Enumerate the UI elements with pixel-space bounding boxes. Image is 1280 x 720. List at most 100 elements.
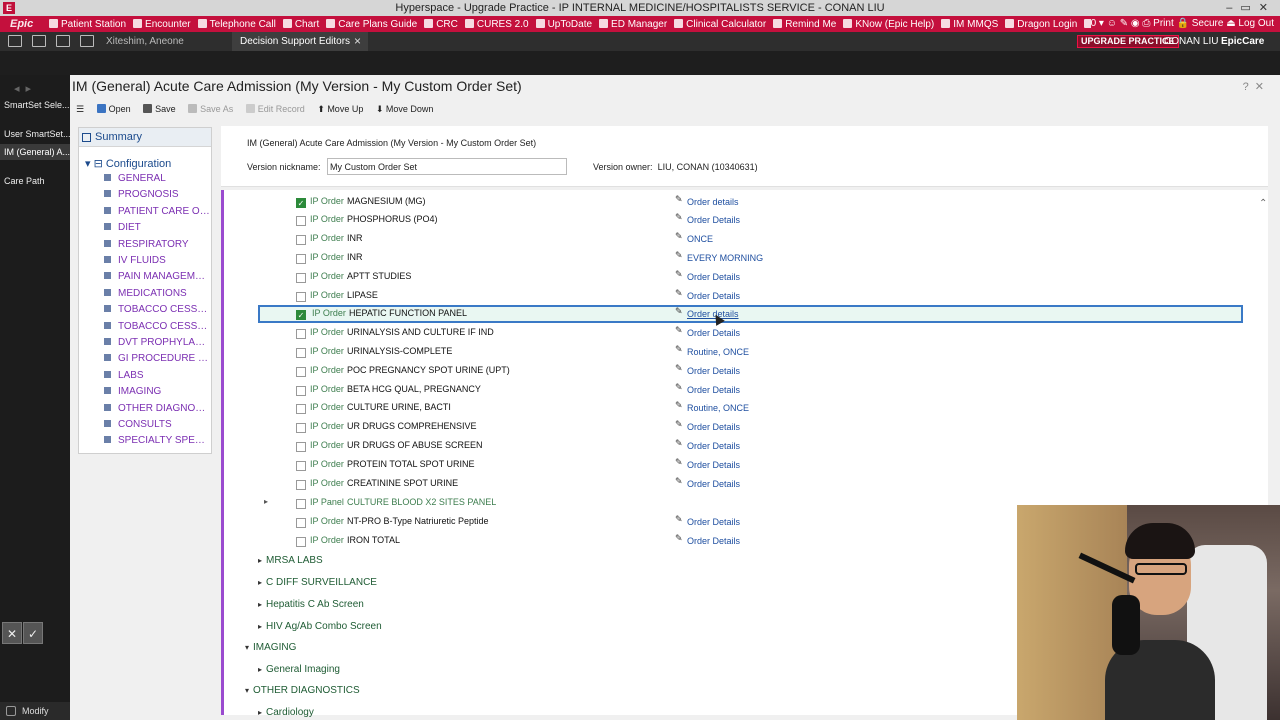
pencil-icon[interactable]: ✎	[675, 269, 683, 280]
open-button[interactable]: Open	[96, 101, 131, 117]
scroll-up-icon[interactable]: ⌃	[1259, 198, 1267, 209]
save-button[interactable]: Save	[143, 101, 176, 117]
order-row[interactable]: IP Order INR ✎ EVERY MORNING	[258, 249, 1243, 267]
epic-toolbar-item[interactable]: UpToDate	[533, 17, 596, 32]
move-up-button[interactable]: ⬆ Move Up	[317, 101, 363, 117]
tree-item[interactable]: TOBACCO CESSA...	[104, 321, 210, 333]
order-details-link[interactable]: Order Details	[687, 366, 740, 376]
order-checkbox[interactable]	[296, 404, 306, 414]
pencil-icon[interactable]: ✎	[675, 288, 683, 299]
group-hep-c[interactable]: ▸ Hepatitis C Ab Screen	[258, 599, 364, 610]
order-details-link[interactable]: Order Details	[687, 441, 740, 451]
epic-toolbar-right[interactable]: 0 ▾ ☺ ✎ ◉ ⎙ Print 🔒 Secure ⏏ Log Out	[1090, 16, 1280, 32]
tree-item[interactable]: SPECIALTY SPECI...	[104, 435, 210, 447]
pencil-icon[interactable]: ✎	[675, 514, 683, 525]
tab-decision-support-editors[interactable]: Decision Support Editors	[232, 32, 368, 51]
group-mrsa-labs[interactable]: ▸ MRSA LABS	[258, 555, 323, 566]
order-checkbox[interactable]	[296, 216, 306, 226]
order-details-link[interactable]: ONCE	[687, 234, 713, 244]
order-details-link[interactable]: Order Details	[687, 536, 740, 546]
order-details-link[interactable]: EVERY MORNING	[687, 253, 763, 263]
order-details-link[interactable]: Routine, ONCE	[687, 347, 749, 357]
order-details-link[interactable]: Routine, ONCE	[687, 403, 749, 413]
order-checkbox[interactable]	[296, 480, 306, 490]
order-details-link[interactable]: Order Details	[687, 272, 740, 282]
order-checkbox[interactable]	[296, 329, 306, 339]
list-icon[interactable]	[32, 35, 46, 47]
epic-logo[interactable]: Epic	[0, 16, 46, 32]
pencil-icon[interactable]: ✎	[675, 382, 683, 393]
order-details-link[interactable]: Order Details	[687, 291, 740, 301]
order-checkbox[interactable]	[296, 292, 306, 302]
pencil-icon[interactable]: ✎	[675, 476, 683, 487]
epic-toolbar-item[interactable]: Dragon Login	[1002, 17, 1081, 32]
epic-toolbar-item[interactable]: IM MMQS	[938, 17, 1002, 32]
cancel-x-icon[interactable]: ✕	[2, 622, 22, 644]
tree-item[interactable]: IMAGING	[104, 386, 210, 398]
pencil-icon[interactable]: ✎	[675, 231, 683, 242]
order-row[interactable]: IP Order INR ✎ ONCE	[258, 230, 1243, 248]
order-checkbox[interactable]	[296, 273, 306, 283]
order-row[interactable]: IP Order APTT STUDIES ✎ Order Details	[258, 268, 1243, 286]
pencil-icon[interactable]: ✎	[675, 400, 683, 411]
order-checkbox[interactable]	[296, 367, 306, 377]
order-details-link[interactable]: Order Details	[687, 479, 740, 489]
order-row[interactable]: IP Order LIPASE ✎ Order Details	[258, 287, 1243, 305]
order-details-link[interactable]: Order Details	[687, 517, 740, 527]
pencil-icon[interactable]: ✎	[675, 325, 683, 336]
move-down-button[interactable]: ⬇ Move Down	[376, 101, 434, 117]
order-checkbox[interactable]	[296, 235, 306, 245]
order-details-link[interactable]: Order Details	[687, 215, 740, 225]
group-hiv[interactable]: ▸ HIV Ag/Ab Combo Screen	[258, 621, 382, 632]
left-nav-smartset-selection[interactable]: SmartSet Sele...	[0, 97, 70, 113]
epic-toolbar-item[interactable]: KNow (Epic Help)	[840, 17, 938, 32]
group-c-diff[interactable]: ▸ C DIFF SURVEILLANCE	[258, 577, 377, 588]
epic-toolbar-item[interactable]: Remind Me	[770, 17, 840, 32]
order-checkbox[interactable]	[296, 348, 306, 358]
section-imaging[interactable]: ▾ IMAGING	[245, 642, 296, 653]
pencil-icon[interactable]: ✎	[675, 194, 683, 205]
tab-patient[interactable]: Xiteshim, Aneone	[98, 32, 192, 51]
order-checkbox[interactable]	[296, 386, 306, 396]
expand-icon[interactable]: ▸	[264, 497, 268, 506]
menu-icon[interactable]: ☰	[76, 101, 84, 117]
pencil-icon[interactable]: ✎	[675, 250, 683, 261]
order-row[interactable]: IP Order UR DRUGS OF ABUSE SCREEN ✎ Order D…	[258, 437, 1243, 455]
pencil-icon[interactable]: ✎	[675, 457, 683, 468]
left-nav-user-smartset[interactable]: User SmartSet...	[0, 126, 70, 142]
tree-item[interactable]: PROGNOSIS	[104, 189, 210, 201]
pencil-icon[interactable]: ✎	[675, 419, 683, 430]
edit-record-button[interactable]: Edit Record	[245, 101, 305, 117]
lock-icon[interactable]	[8, 35, 22, 47]
order-details-link[interactable]: Order Details	[687, 422, 740, 432]
epic-toolbar-item[interactable]: Care Plans Guide	[323, 17, 421, 32]
tree-item[interactable]: OTHER DIAGNOST...	[104, 403, 210, 415]
order-details-link[interactable]: Order details	[687, 197, 739, 207]
order-checkbox[interactable]: ✓	[296, 198, 306, 208]
order-row[interactable]: ✓ IP Order HEPATIC FUNCTION PANEL ✎ Order de…	[258, 305, 1243, 323]
tree-item[interactable]: TOBACCO CESSA...	[104, 304, 210, 316]
window-icon[interactable]	[56, 35, 70, 47]
order-details-link[interactable]: Order Details	[687, 328, 740, 338]
tree-summary[interactable]: Summary	[79, 128, 211, 147]
order-details-link[interactable]: Order Details	[687, 460, 740, 470]
help-close-icons[interactable]: ?✕	[1243, 80, 1270, 93]
epic-toolbar-item[interactable]: Encounter	[130, 17, 195, 32]
left-nav-im-general[interactable]: IM (General) A...	[0, 144, 70, 160]
epic-toolbar-item[interactable]: Clinical Calculator	[671, 17, 770, 32]
tree-item[interactable]: DVT PROPHYLAXIS	[104, 337, 210, 349]
pencil-icon[interactable]: ✎	[675, 344, 683, 355]
order-row[interactable]: IP Order PHOSPHORUS (PO4) ✎ Order Details	[258, 211, 1243, 229]
order-row[interactable]: IP Order URINALYSIS-COMPLETE ✎ Routine, ONC…	[258, 343, 1243, 361]
order-checkbox[interactable]	[296, 499, 306, 509]
epic-toolbar-item[interactable]: CRC	[421, 17, 462, 32]
order-checkbox[interactable]	[296, 442, 306, 452]
close-tab-icon[interactable]: ×	[354, 32, 361, 51]
order-row[interactable]: IP Order POC PREGNANCY SPOT URINE (UPT) ✎ O…	[258, 362, 1243, 380]
tree-item[interactable]: RESPIRATORY	[104, 239, 210, 251]
epic-toolbar-item[interactable]: Telephone Call	[195, 17, 280, 32]
window-controls[interactable]: –▭✕	[1226, 0, 1276, 16]
tree-item[interactable]: GENERAL	[104, 173, 210, 185]
pencil-icon[interactable]: ✎	[675, 212, 683, 223]
tree-configuration[interactable]: ▾ ⊟ Configuration	[85, 157, 171, 171]
